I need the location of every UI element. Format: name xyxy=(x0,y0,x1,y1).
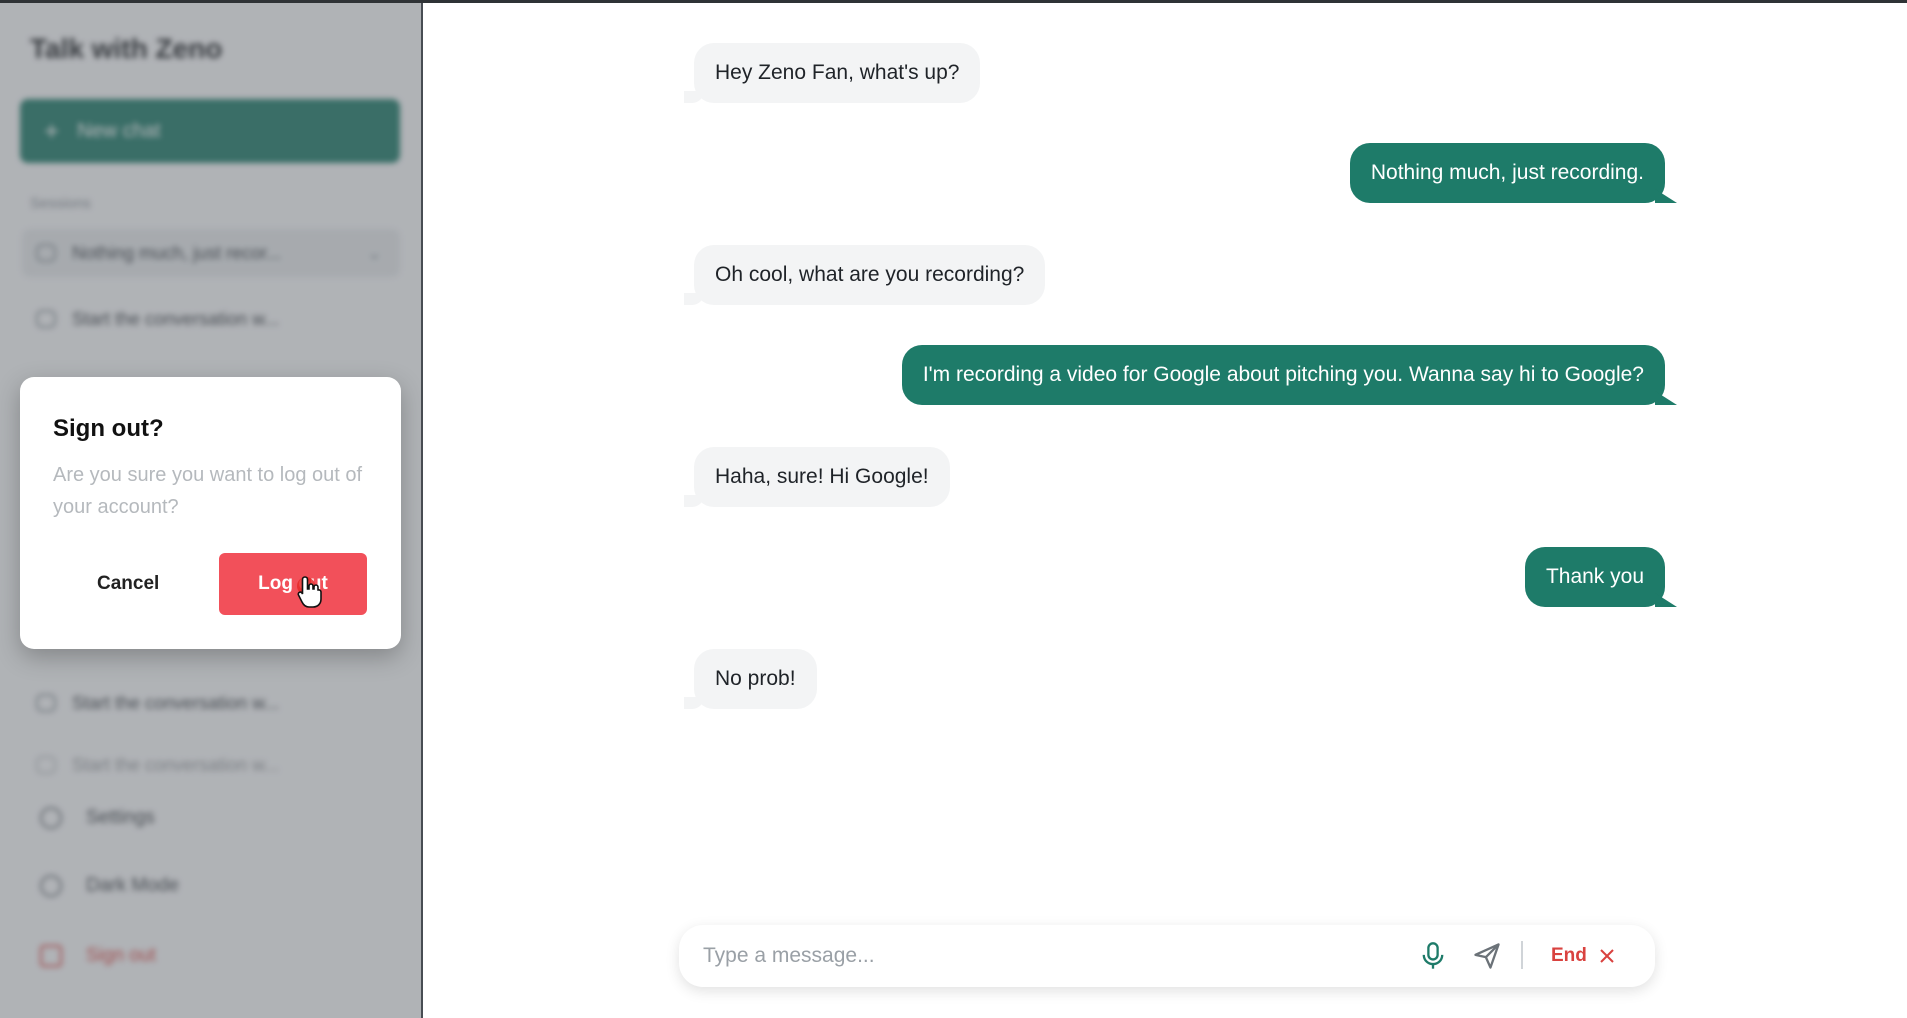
message-composer: End xyxy=(679,925,1655,987)
user-message: Thank you xyxy=(1524,547,1665,607)
bot-message: Haha, sure! Hi Google! xyxy=(684,447,950,507)
bot-message: No prob! xyxy=(684,649,817,709)
bot-message: Hey Zeno Fan, what's up? xyxy=(683,43,981,103)
microphone-icon[interactable] xyxy=(1419,941,1447,971)
dialog-title: Sign out? xyxy=(53,415,164,442)
end-button[interactable]: End xyxy=(1551,939,1615,973)
message-input[interactable] xyxy=(703,939,1383,973)
close-icon xyxy=(1600,949,1614,963)
app-window: Talk with Zeno + New chat Sessions Nothi… xyxy=(0,0,1907,1018)
user-message: Nothing much, just recording. xyxy=(1349,143,1665,203)
chat-panel: Hey Zeno Fan, what's up? Nothing much, j… xyxy=(425,3,1907,1018)
sign-out-dialog: Sign out? Are you sure you want to log o… xyxy=(20,377,401,649)
composer-divider xyxy=(1521,941,1523,969)
bot-message: Oh cool, what are you recording? xyxy=(683,245,1046,305)
dialog-message: Are you sure you want to log out of your… xyxy=(53,464,363,518)
hand-cursor-icon xyxy=(297,576,322,608)
send-icon[interactable] xyxy=(1472,941,1502,971)
log-out-button[interactable]: Log out xyxy=(219,553,367,615)
cancel-button[interactable]: Cancel xyxy=(73,553,223,615)
user-message: I'm recording a video for Google about p… xyxy=(901,345,1665,405)
end-label: End xyxy=(1551,945,1587,966)
